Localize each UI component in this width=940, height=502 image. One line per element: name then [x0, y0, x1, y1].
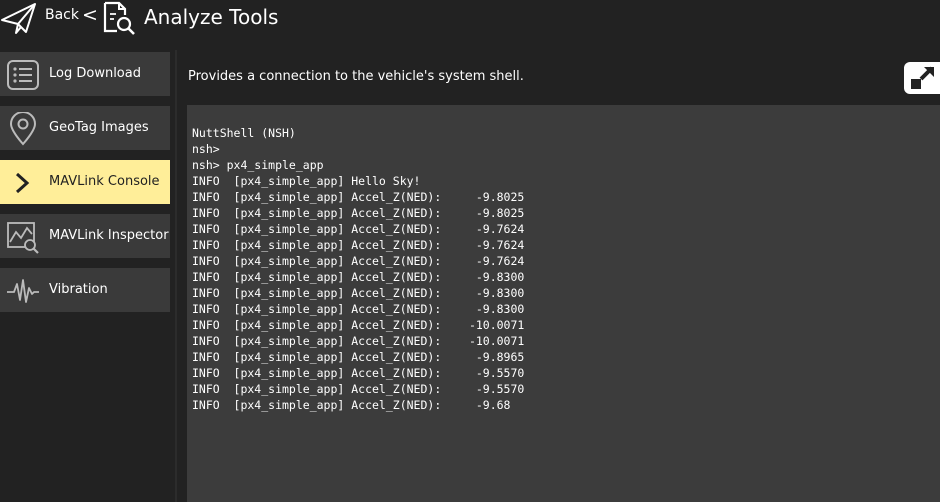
map-pin-icon: [9, 112, 37, 146]
console-line: INFO [px4_simple_app] Hello Sky!: [192, 174, 421, 188]
console-line: INFO [px4_simple_app] Accel_Z(NED): -9.7…: [192, 254, 525, 268]
document-search-icon: [103, 1, 135, 35]
console-line: INFO [px4_simple_app] Accel_Z(NED): -9.8…: [192, 302, 525, 316]
console-line: nsh> px4_simple_app: [192, 158, 324, 172]
sidebar-item-label: MAVLink Console: [49, 174, 160, 189]
page-title: Analyze Tools: [144, 5, 279, 29]
console-line: INFO [px4_simple_app] Accel_Z(NED): -9.5…: [192, 382, 525, 396]
console-line: INFO [px4_simple_app] Accel_Z(NED): -9.8…: [192, 270, 525, 284]
top-bar: Back < Analyze Tools: [0, 0, 940, 38]
page-description: Provides a connection to the vehicle's s…: [188, 69, 524, 84]
breadcrumb-separator: <: [82, 4, 98, 26]
popout-icon: [911, 66, 934, 89]
sidebar-item-label: GeoTag Images: [49, 120, 149, 135]
sidebar-item-geotag-images[interactable]: GeoTag Images: [0, 106, 170, 150]
sidebar-item-label: MAVLink Inspector: [49, 228, 169, 243]
list-icon: [7, 60, 39, 90]
console-line: INFO [px4_simple_app] Accel_Z(NED): -9.8…: [192, 190, 525, 204]
sidebar-item-label: Vibration: [49, 282, 108, 297]
console-line: INFO [px4_simple_app] Accel_Z(NED): -10.…: [192, 318, 525, 332]
console-line: INFO [px4_simple_app] Accel_Z(NED): -9.7…: [192, 222, 525, 236]
console-text: NuttShell (NSH) nsh> nsh> px4_simple_app IN…: [192, 125, 524, 413]
console-line: NuttShell (NSH): [192, 126, 296, 140]
console-line: INFO [px4_simple_app] Accel_Z(NED): -9.7…: [192, 238, 525, 252]
console-line: nsh>: [192, 142, 220, 156]
sidebar-item-mavlink-inspector[interactable]: MAVLink Inspector: [0, 214, 170, 258]
chart-inspect-icon: [7, 222, 39, 254]
sidebar-item-mavlink-console[interactable]: MAVLink Console: [0, 160, 170, 204]
sidebar-item-label: Log Download: [49, 66, 141, 81]
divider: [175, 50, 177, 502]
popout-button[interactable]: [904, 62, 940, 94]
paper-plane-icon: [1, 3, 36, 34]
console-line: INFO [px4_simple_app] Accel_Z(NED): -9.6…: [192, 398, 511, 412]
console-line: INFO [px4_simple_app] Accel_Z(NED): -9.8…: [192, 286, 525, 300]
waveform-icon: [7, 279, 39, 303]
console-line: INFO [px4_simple_app] Accel_Z(NED): -9.8…: [192, 206, 525, 220]
console-output[interactable]: NuttShell (NSH) nsh> nsh> px4_simple_app IN…: [187, 105, 940, 502]
back-label: Back: [45, 7, 79, 23]
console-line: INFO [px4_simple_app] Accel_Z(NED): -9.5…: [192, 366, 525, 380]
console-line: INFO [px4_simple_app] Accel_Z(NED): -9.8…: [192, 350, 525, 364]
console-line: INFO [px4_simple_app] Accel_Z(NED): -10.…: [192, 334, 525, 348]
sidebar-item-vibration[interactable]: Vibration: [0, 268, 170, 312]
chevron-right-icon: [15, 172, 30, 194]
sidebar-item-log-download[interactable]: Log Download: [0, 52, 170, 96]
